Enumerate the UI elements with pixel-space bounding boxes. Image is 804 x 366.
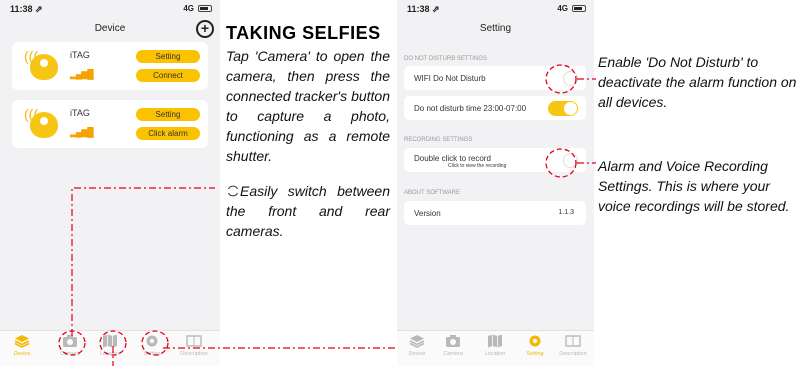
version-value: 1.1.3 <box>558 209 574 216</box>
status-time: 11:38 ⇗ <box>10 4 43 14</box>
add-device-button[interactable]: + <box>196 20 214 38</box>
signal-strength-icon: ▂▄▆█ <box>70 69 94 79</box>
tab-label: Description <box>559 351 587 357</box>
tab-description[interactable]: Description <box>553 334 593 357</box>
section-label-recording: RECORDING SETTINGS <box>404 137 473 143</box>
tab-camera[interactable]: Camera <box>433 334 473 357</box>
section-label-dnd: DO NOT DISTURB SETTINGS <box>404 56 487 62</box>
tracker-icon <box>30 112 58 138</box>
tab-label: Device <box>408 351 426 357</box>
tracker-icon <box>30 54 58 80</box>
switch-camera-note: Easily switch between the front and rear… <box>226 181 390 241</box>
gear-icon <box>529 335 541 347</box>
double-click-record-row[interactable]: Double click to record Click to view the… <box>404 148 586 172</box>
tab-label: Device <box>13 351 31 357</box>
wifi-dnd-label: WIFI Do Not Disturb <box>414 74 486 83</box>
nav-bar: Setting <box>397 20 594 40</box>
tab-bar: Device Camera Location Setting Descripti… <box>0 330 220 366</box>
section-heading: TAKING SELFIES <box>226 23 381 43</box>
switch-camera-text: Easily switch between the front and rear… <box>226 183 390 239</box>
tab-location[interactable]: Location <box>90 334 130 357</box>
camera-icon <box>446 335 460 347</box>
gear-icon <box>146 335 158 347</box>
recording-instructions: Alarm and Voice Recording Settings. This… <box>598 158 790 214</box>
tab-label: Setting <box>526 351 544 357</box>
tab-device[interactable]: Device <box>397 334 437 357</box>
tab-label: Location <box>99 351 121 357</box>
status-bar: 11:38 ⇗ 4G <box>0 0 220 18</box>
connect-button[interactable]: Connect <box>136 69 200 82</box>
nav-bar: Device + <box>0 20 220 40</box>
battery-icon <box>572 5 586 12</box>
view-recording-link[interactable]: Click to view the recording <box>448 163 506 169</box>
dnd-time-label: Do not disturb time 23:00-07:00 <box>414 104 527 113</box>
tab-location[interactable]: Location <box>475 334 515 357</box>
map-icon <box>103 334 117 348</box>
wifi-dnd-row[interactable]: WIFI Do Not Disturb <box>404 66 586 90</box>
page-title: Setting <box>479 23 512 34</box>
signal-strength-icon: ▂▄▆█ <box>70 127 94 137</box>
book-icon <box>565 335 581 347</box>
wifi-dnd-toggle[interactable] <box>563 71 578 86</box>
setting-button[interactable]: Setting <box>136 108 200 121</box>
tab-label: Camera <box>443 351 463 357</box>
double-click-label: Double click to record <box>414 154 491 163</box>
tab-setting[interactable]: Setting <box>132 334 172 357</box>
setting-button[interactable]: Setting <box>136 50 200 63</box>
selfie-instructions: Tap 'Camera' to open the camera, then pr… <box>226 48 390 164</box>
tab-camera[interactable]: Camera <box>50 334 90 357</box>
switch-camera-icon <box>228 185 238 197</box>
device-card[interactable]: ((( iTAG ▂▄▆█ Setting Connect <box>12 42 208 90</box>
network-indicator: 4G <box>557 4 568 13</box>
version-label: Version <box>414 209 441 218</box>
dnd-time-toggle[interactable] <box>548 101 578 116</box>
page-title: Device <box>94 23 126 34</box>
tab-setting[interactable]: Setting <box>515 334 555 357</box>
map-icon <box>488 334 502 348</box>
book-icon <box>186 335 202 347</box>
tab-description[interactable]: Description <box>174 334 214 357</box>
battery-icon <box>198 5 212 12</box>
device-card[interactable]: ((( iTAG ▂▄▆█ Setting Click alarm <box>12 100 208 148</box>
dnd-time-row[interactable]: Do not disturb time 23:00-07:00 <box>404 96 586 120</box>
dnd-instructions: Enable 'Do Not Disturb' to deactivate th… <box>598 54 797 110</box>
click-alarm-button[interactable]: Click alarm <box>136 127 200 140</box>
network-indicator: 4G <box>183 4 194 13</box>
tab-label: Location <box>484 351 506 357</box>
record-toggle[interactable] <box>563 153 578 168</box>
device-screen: 11:38 ⇗ 4G Device + ((( iTAG ▂▄▆█ Settin… <box>0 0 220 366</box>
stage: 11:38 ⇗ 4G Device + ((( iTAG ▂▄▆█ Settin… <box>0 0 804 366</box>
status-time: 11:38 ⇗ <box>407 4 440 14</box>
settings-screen: 11:38 ⇗ 4G Setting DO NOT DISTURB SETTIN… <box>397 0 594 366</box>
layers-icon <box>14 335 30 348</box>
tab-device[interactable]: Device <box>2 334 42 357</box>
tab-label: Setting <box>143 351 161 357</box>
version-row: Version 1.1.3 <box>404 201 586 225</box>
tab-bar: Device Camera Location Setting Descripti… <box>397 330 594 366</box>
tab-label: Description <box>180 351 208 357</box>
camera-icon <box>63 335 77 347</box>
device-name: iTAG <box>70 50 90 60</box>
section-label-about: ABOUT SOFTWARE <box>404 190 461 196</box>
status-bar: 11:38 ⇗ 4G <box>397 0 594 18</box>
layers-icon <box>409 335 425 348</box>
device-name: iTAG <box>70 108 90 118</box>
tab-label: Camera <box>60 351 80 357</box>
